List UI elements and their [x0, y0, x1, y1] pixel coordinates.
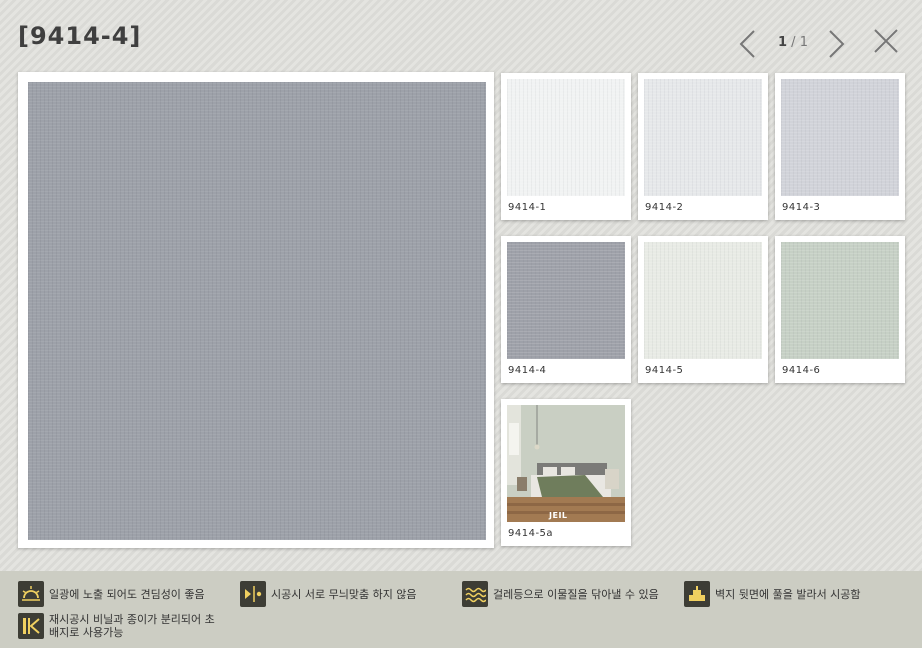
thumbnail-9414-5a[interactable]: JEIL 9414-5a [501, 399, 631, 546]
chevron-right-icon[interactable] [824, 28, 848, 60]
thumbnail-label: 9414-6 [782, 365, 821, 376]
pagination-indicator: 1 / 1 [778, 35, 808, 50]
feature-text: 재시공시 비닐과 종이가 분리되어 초 배지로 사용가능 [49, 613, 215, 639]
feature-text: 걸레등으로 이물질을 닦아낼 수 있음 [493, 587, 659, 601]
wave-icon [462, 581, 488, 607]
feature-legend: 일광에 노출 되어도 견딤성이 좋음 시공시 서로 무늬맞춤 하지 않음 걸레등… [0, 571, 922, 648]
main-swatch-image [28, 82, 486, 540]
thumbnail-swatch [507, 242, 625, 359]
thumbnail-swatch [781, 79, 899, 196]
brand-watermark: JEIL [549, 511, 568, 520]
feature-item: 벽지 뒷면에 풀을 발라서 시공함 [684, 581, 861, 607]
thumbnail-swatch [644, 242, 762, 359]
close-icon[interactable] [872, 27, 900, 55]
thumbnail-9414-6[interactable]: 9414-6 [775, 236, 905, 383]
sun-icon [18, 581, 44, 607]
feature-text: 일광에 노출 되어도 견딤성이 좋음 [49, 587, 205, 601]
pager-separator: / [787, 35, 800, 50]
feature-text: 시공시 서로 무늬맞춤 하지 않음 [271, 587, 417, 601]
feature-text: 벽지 뒷면에 풀을 발라서 시공함 [715, 587, 861, 601]
thumbnail-label: 9414-5 [645, 365, 684, 376]
thumbnail-label: 9414-1 [508, 202, 547, 213]
pager-total: 1 [799, 35, 808, 50]
thumbnail-label: 9414-2 [645, 202, 684, 213]
room-photo [507, 405, 625, 522]
paste-back-icon [684, 581, 710, 607]
main-preview [18, 72, 494, 548]
thumbnail-9414-4[interactable]: 9414-4 [501, 236, 631, 383]
feature-item: 걸레등으로 이물질을 닦아낼 수 있음 [462, 581, 659, 607]
pattern-match-icon [240, 581, 266, 607]
feature-item: 일광에 노출 되어도 견딤성이 좋음 [18, 581, 205, 607]
thumbnail-9414-5[interactable]: 9414-5 [638, 236, 768, 383]
chevron-left-icon[interactable] [736, 28, 760, 60]
thumbnail-label: 9414-3 [782, 202, 821, 213]
thumbnail-swatch [644, 79, 762, 196]
feature-item: 시공시 서로 무늬맞춤 하지 않음 [240, 581, 417, 607]
feature-text-line: 배지로 사용가능 [49, 626, 124, 639]
peelable-icon [18, 613, 44, 639]
thumbnail-label: 9414-5a [508, 528, 554, 539]
thumbnail-9414-3[interactable]: 9414-3 [775, 73, 905, 220]
page-title: [9414-4] [18, 22, 142, 50]
feature-text-line: 재시공시 비닐과 종이가 분리되어 초 [49, 613, 215, 626]
feature-item: 재시공시 비닐과 종이가 분리되어 초 배지로 사용가능 [18, 613, 215, 639]
thumbnail-swatch [781, 242, 899, 359]
thumbnail-label: 9414-4 [508, 365, 547, 376]
thumbnail-9414-2[interactable]: 9414-2 [638, 73, 768, 220]
pager-current: 1 [778, 35, 788, 50]
thumbnail-swatch [507, 79, 625, 196]
thumbnail-9414-1[interactable]: 9414-1 [501, 73, 631, 220]
